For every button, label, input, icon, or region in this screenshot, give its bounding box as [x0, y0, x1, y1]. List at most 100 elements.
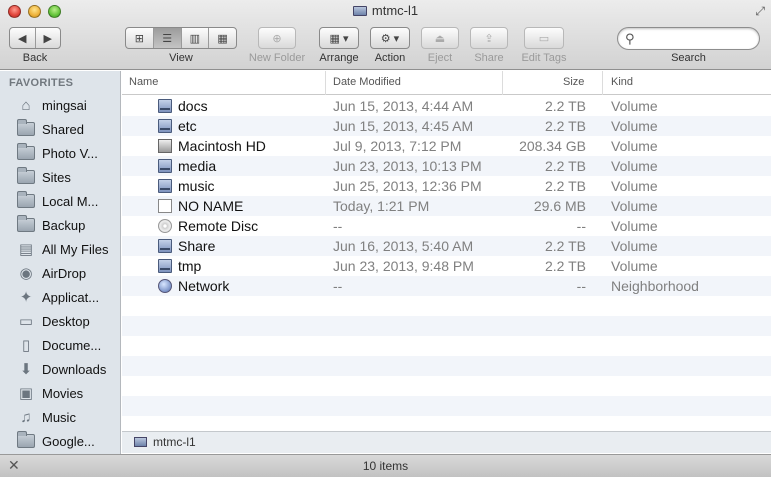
desktop-icon: ▭ — [18, 313, 34, 330]
column-name-header[interactable]: Name — [129, 76, 158, 88]
list-icon: ☰ — [162, 32, 173, 45]
applications-icon: ✦ — [19, 289, 33, 306]
action-button[interactable]: ⚙ ▾ — [370, 27, 410, 49]
sidebar: FAVORITES ⌂ mingsai Shared Photo V... Si… — [0, 71, 121, 455]
arrange-button[interactable]: ▦ ▾ — [319, 27, 359, 49]
chevron-left-icon: ◀ — [18, 32, 27, 45]
sidebar-heading: FAVORITES — [9, 77, 74, 89]
network-volume-icon — [158, 99, 172, 113]
back-button[interactable]: ◀ — [10, 28, 36, 48]
list-item[interactable]: media Jun 23, 2013, 10:13 PM 2.2 TB Volu… — [122, 156, 771, 176]
arrange-icon: ▦ ▾ — [329, 32, 349, 45]
path-bar: mtmc-l1 — [122, 431, 771, 453]
list-view-button[interactable]: ☰ — [153, 28, 182, 48]
window-title: mtmc-l1 — [0, 3, 771, 18]
columns-icon: ▥ — [189, 32, 201, 45]
path-item[interactable]: mtmc-l1 — [153, 435, 196, 449]
network-globe-icon — [158, 279, 172, 293]
list-item[interactable]: NO NAME Today, 1:21 PM 29.6 MB Volume — [122, 196, 771, 216]
network-volume-icon — [158, 179, 172, 193]
fullscreen-icon[interactable]: ⤢ — [755, 4, 765, 19]
icon-view-button[interactable]: ⊞ — [126, 28, 154, 48]
empty-row — [122, 316, 771, 336]
sidebar-item-backup[interactable]: Backup — [0, 213, 120, 237]
folder-icon — [16, 119, 36, 138]
list-item[interactable]: tmp Jun 23, 2013, 9:48 PM 2.2 TB Volume — [122, 256, 771, 276]
coverflow-icon: ▦ — [217, 32, 228, 45]
sidebar-item-mingsai[interactable]: ⌂ mingsai — [0, 93, 120, 117]
sidebar-item-music[interactable]: ♫ Music — [0, 405, 120, 429]
sidebar-item-airdrop[interactable]: ◉ AirDrop — [0, 261, 120, 285]
item-count: 10 items — [362, 459, 409, 473]
share-icon: ⇪ — [484, 32, 494, 45]
home-icon: ⌂ — [21, 96, 31, 114]
sidebar-item-sites[interactable]: Sites — [0, 165, 120, 189]
sidebar-item-documents[interactable]: ▯ Docume... — [0, 333, 120, 357]
search-input[interactable] — [642, 31, 754, 45]
sidebar-item-movies[interactable]: ▣ Movies — [0, 381, 120, 405]
eject-icon: ⏏ — [434, 32, 446, 45]
empty-row — [122, 416, 771, 431]
sidebar-item-google[interactable]: Google... — [0, 429, 120, 453]
sidebar-item-downloads[interactable]: ⬇ Downloads — [0, 357, 120, 381]
back-label: Back — [22, 52, 48, 64]
empty-row — [122, 336, 771, 356]
airdrop-icon: ◉ — [19, 265, 33, 282]
sidebar-item-photo[interactable]: Photo V... — [0, 141, 120, 165]
list-item[interactable]: Macintosh HD Jul 9, 2013, 7:12 PM 208.34… — [122, 136, 771, 156]
empty-row — [122, 396, 771, 416]
tag-icon: ▭ — [538, 32, 550, 45]
sidebar-item-desktop[interactable]: ▭ Desktop — [0, 309, 120, 333]
search-field[interactable]: ⚲ — [617, 27, 760, 50]
new-folder-button[interactable]: ⊕ — [258, 27, 296, 49]
sidebar-item-all-my-files[interactable]: ▤ All My Files — [0, 237, 120, 261]
edit-tags-button[interactable]: ▭ — [524, 27, 564, 49]
coverflow-view-button[interactable]: ▦ — [209, 28, 236, 48]
server-disk-icon — [134, 437, 147, 447]
folder-icon — [16, 191, 36, 210]
column-kind-header[interactable]: Kind — [611, 76, 633, 88]
search-icon: ⚲ — [625, 31, 635, 46]
list-item[interactable]: music Jun 25, 2013, 12:36 PM 2.2 TB Volu… — [122, 176, 771, 196]
column-view-button[interactable]: ▥ — [182, 28, 210, 48]
arrange-label: Arrange — [319, 52, 359, 64]
list-item[interactable]: Share Jun 16, 2013, 5:40 AM 2.2 TB Volum… — [122, 236, 771, 256]
edit-tags-label: Edit Tags — [521, 52, 567, 64]
forward-button[interactable]: ▶ — [36, 28, 61, 48]
status-bar: ✕ 10 items — [0, 454, 771, 477]
folder-icon — [16, 167, 36, 186]
list-item[interactable]: Network -- -- Neighborhood — [122, 276, 771, 296]
remote-disc-icon — [158, 219, 172, 233]
share-button[interactable]: ⇪ — [470, 27, 508, 49]
list-item[interactable]: docs Jun 15, 2013, 4:44 AM 2.2 TB Volume — [122, 96, 771, 116]
list-item[interactable]: etc Jun 15, 2013, 4:45 AM 2.2 TB Volume — [122, 116, 771, 136]
empty-row — [122, 376, 771, 396]
folder-icon — [16, 431, 36, 450]
new-folder-label: New Folder — [248, 52, 306, 64]
all-files-icon: ▤ — [18, 241, 34, 258]
downloads-icon: ⬇ — [19, 361, 33, 378]
removable-disk-icon — [158, 199, 172, 213]
file-list: Name Date Modified Size Kind docs Jun 15… — [122, 71, 771, 431]
new-folder-icon: ⊕ — [272, 32, 282, 45]
gear-icon: ⚙ ▾ — [380, 32, 400, 45]
action-label: Action — [374, 52, 406, 64]
network-volume-icon — [158, 239, 172, 253]
server-disk-icon — [352, 6, 367, 16]
sidebar-item-local[interactable]: Local M... — [0, 189, 120, 213]
sidebar-item-applications[interactable]: ✦ Applicat... — [0, 285, 120, 309]
column-date-header[interactable]: Date Modified — [333, 76, 401, 88]
empty-row — [122, 296, 771, 316]
hard-disk-icon — [158, 139, 172, 153]
empty-row — [122, 356, 771, 376]
network-volume-icon — [158, 259, 172, 273]
column-header: Name Date Modified Size Kind — [122, 71, 771, 95]
list-item[interactable]: Remote Disc -- -- Volume — [122, 216, 771, 236]
view-control: ⊞ ☰ ▥ ▦ — [125, 27, 237, 49]
chevron-right-icon: ▶ — [43, 32, 52, 45]
network-volume-icon — [158, 119, 172, 133]
column-size-header[interactable]: Size — [563, 76, 584, 88]
icon-grid-icon: ⊞ — [134, 32, 144, 45]
sidebar-item-shared[interactable]: Shared — [0, 117, 120, 141]
eject-button[interactable]: ⏏ — [421, 27, 459, 49]
